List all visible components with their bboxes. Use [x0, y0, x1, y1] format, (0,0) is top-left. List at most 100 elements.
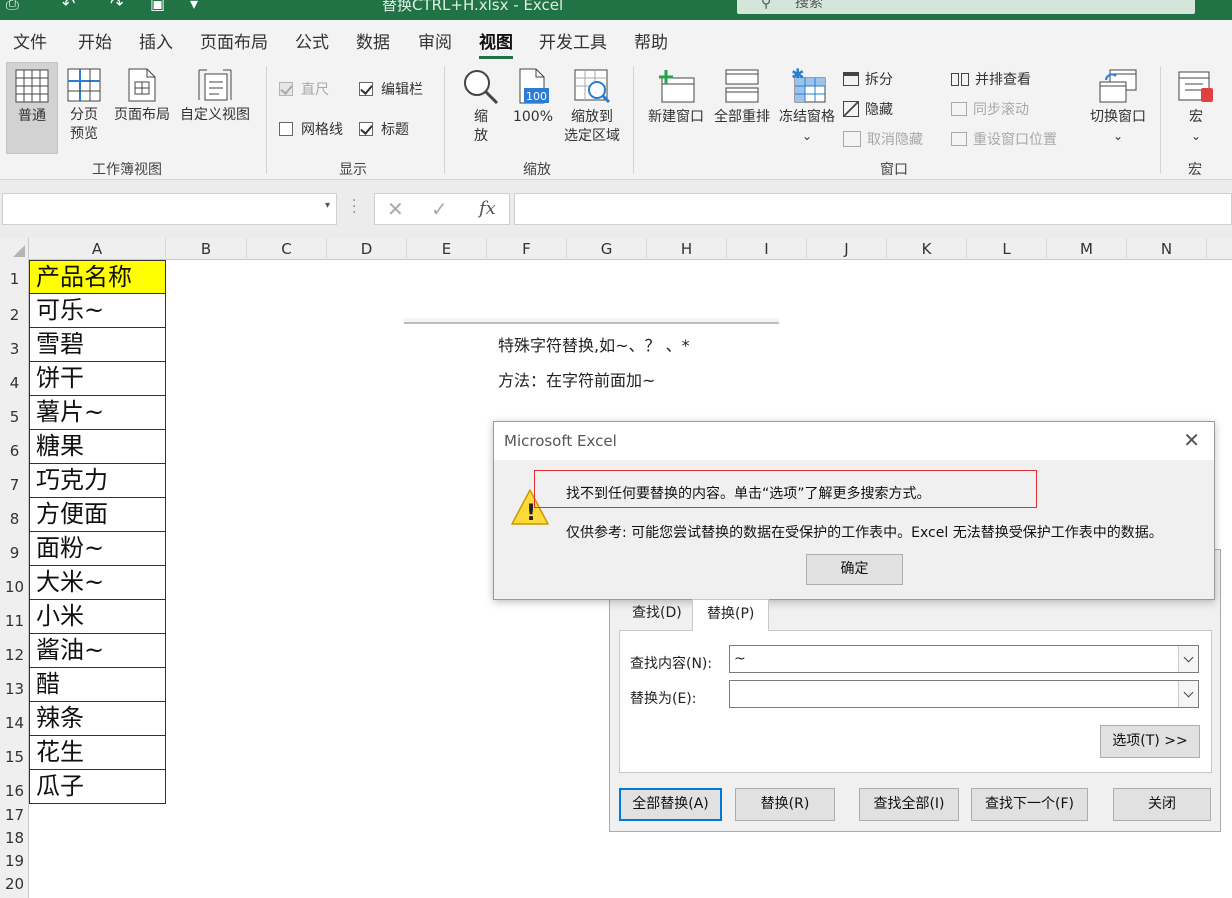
- replace-button[interactable]: 替换(R): [735, 788, 835, 821]
- column-header[interactable]: M: [1047, 238, 1127, 260]
- tab-developer[interactable]: 开发工具: [539, 28, 607, 53]
- find-what-input[interactable]: ~: [729, 645, 1199, 673]
- cell-a[interactable]: 花生: [29, 736, 166, 770]
- zoom-to-selection-button[interactable]: 缩放到 选定区域: [560, 62, 624, 146]
- tab-view[interactable]: 视图: [479, 28, 513, 53]
- search-box[interactable]: ⚲ 搜索: [737, 0, 1195, 14]
- cell-a[interactable]: 酱油~: [29, 634, 166, 668]
- column-header[interactable]: J: [807, 238, 887, 260]
- column-header[interactable]: D: [327, 238, 407, 260]
- cell-a[interactable]: 醋: [29, 668, 166, 702]
- column-header[interactable]: K: [887, 238, 967, 260]
- page-layout-view-button[interactable]: 页面布局: [110, 62, 174, 125]
- replace-with-dropdown-icon[interactable]: [1178, 681, 1198, 707]
- cell-a[interactable]: 辣条: [29, 702, 166, 736]
- tab-file[interactable]: 文件: [13, 28, 47, 53]
- gridlines-checkbox[interactable]: 网格线: [279, 119, 343, 139]
- name-box[interactable]: ▾: [2, 193, 337, 225]
- column-header[interactable]: E: [407, 238, 487, 260]
- row-header[interactable]: 9: [0, 544, 29, 562]
- row-header[interactable]: 19: [0, 852, 29, 870]
- row-header[interactable]: 20: [0, 875, 29, 893]
- arrange-all-button[interactable]: 全部重排: [710, 62, 774, 127]
- switch-windows-button[interactable]: 切换窗口 ⌄: [1084, 62, 1152, 146]
- row-header[interactable]: 12: [0, 646, 29, 664]
- row-header[interactable]: 3: [0, 340, 29, 358]
- headings-checkbox[interactable]: 标题: [359, 119, 409, 139]
- tab-find[interactable]: 查找(D): [618, 599, 696, 629]
- redo-icon[interactable]: ↷: [110, 0, 123, 13]
- row-header[interactable]: 10: [0, 578, 29, 596]
- tab-home[interactable]: 开始: [78, 28, 112, 53]
- options-button[interactable]: 选项(T) >>: [1100, 725, 1200, 758]
- column-header[interactable]: C: [247, 238, 327, 260]
- find-next-button[interactable]: 查找下一个(F): [971, 788, 1088, 821]
- cell-a[interactable]: 小米: [29, 600, 166, 634]
- row-header[interactable]: 4: [0, 374, 29, 392]
- row-header[interactable]: 7: [0, 476, 29, 494]
- column-header[interactable]: B: [166, 238, 247, 260]
- macros-button[interactable]: 宏 ⌄: [1170, 62, 1222, 146]
- save-icon[interactable]: ⎙: [6, 0, 19, 14]
- formula-input[interactable]: [514, 193, 1232, 225]
- column-header[interactable]: A: [29, 238, 166, 260]
- row-header[interactable]: 15: [0, 748, 29, 766]
- close-button[interactable]: 关闭: [1113, 788, 1211, 821]
- alert-close-icon[interactable]: ✕: [1183, 428, 1200, 452]
- row-header[interactable]: 13: [0, 680, 29, 698]
- find-all-button[interactable]: 查找全部(I): [859, 788, 959, 821]
- cell-a[interactable]: 饼干: [29, 362, 166, 396]
- row-header[interactable]: 5: [0, 408, 29, 426]
- find-what-dropdown-icon[interactable]: [1178, 646, 1198, 672]
- split-button[interactable]: 拆分: [843, 69, 893, 89]
- new-window-button[interactable]: 新建窗口: [644, 62, 708, 127]
- cell-a[interactable]: 雪碧: [29, 328, 166, 362]
- row-header[interactable]: 2: [0, 306, 29, 324]
- insert-function-icon[interactable]: fx: [479, 198, 496, 219]
- row-header[interactable]: 17: [0, 806, 29, 824]
- column-header[interactable]: G: [567, 238, 647, 260]
- tab-data[interactable]: 数据: [356, 28, 390, 53]
- column-header[interactable]: F: [487, 238, 567, 260]
- tab-review[interactable]: 审阅: [418, 28, 452, 53]
- row-header[interactable]: 6: [0, 442, 29, 460]
- freeze-panes-button[interactable]: ✱ 冻结窗格 ⌄: [775, 62, 839, 146]
- replace-with-input[interactable]: [729, 680, 1199, 708]
- column-header[interactable]: I: [727, 238, 807, 260]
- zoom-button[interactable]: 缩 放: [458, 62, 504, 146]
- row-header[interactable]: 16: [0, 782, 29, 800]
- zoom-100-button[interactable]: 100 100%: [510, 62, 556, 127]
- cell-a[interactable]: 大米~: [29, 566, 166, 600]
- cell-a[interactable]: 巧克力: [29, 464, 166, 498]
- column-header[interactable]: L: [967, 238, 1047, 260]
- cell-a[interactable]: 面粉~: [29, 532, 166, 566]
- cell-a1[interactable]: 产品名称: [29, 260, 166, 294]
- page-break-preview-button[interactable]: 分页 预览: [62, 62, 106, 144]
- cancel-icon[interactable]: ✕: [387, 197, 404, 221]
- tab-replace[interactable]: 替换(P): [692, 599, 770, 631]
- customize-quick-access-icon[interactable]: ▾: [190, 0, 198, 13]
- row-header[interactable]: 14: [0, 714, 29, 732]
- undo-icon[interactable]: ↶: [62, 0, 75, 13]
- cell-a[interactable]: 可乐~: [29, 294, 166, 328]
- custom-views-button[interactable]: 自定义视图: [176, 62, 254, 125]
- enter-icon[interactable]: ✓: [431, 197, 448, 221]
- row-header[interactable]: 1: [0, 270, 29, 288]
- column-header[interactable]: H: [647, 238, 727, 260]
- cell-a[interactable]: 瓜子: [29, 770, 166, 804]
- ok-button[interactable]: 确定: [806, 554, 903, 585]
- view-side-by-side-button[interactable]: 并排查看: [951, 69, 1031, 89]
- row-header[interactable]: 18: [0, 829, 29, 847]
- tab-page-layout[interactable]: 页面布局: [200, 28, 268, 53]
- formula-bar-checkbox[interactable]: 编辑栏: [359, 79, 423, 99]
- row-header[interactable]: 11: [0, 612, 29, 630]
- cell-a[interactable]: 薯片~: [29, 396, 166, 430]
- tab-insert[interactable]: 插入: [139, 28, 173, 53]
- tab-help[interactable]: 帮助: [634, 28, 668, 53]
- row-header[interactable]: 8: [0, 510, 29, 528]
- hide-button[interactable]: 隐藏: [843, 99, 893, 119]
- name-box-dropdown-icon[interactable]: ▾: [325, 200, 330, 211]
- cell-a[interactable]: 糖果: [29, 430, 166, 464]
- select-all-corner[interactable]: [0, 238, 29, 260]
- quick-print-icon[interactable]: ▣: [150, 0, 165, 13]
